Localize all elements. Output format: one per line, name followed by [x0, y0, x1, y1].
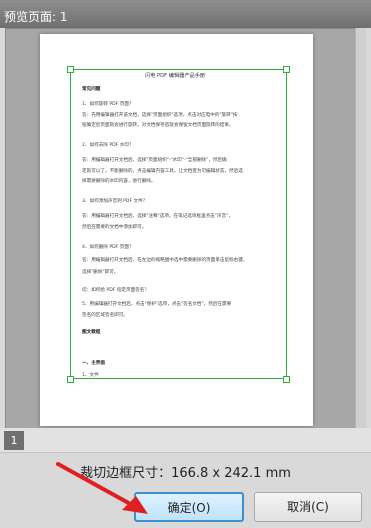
window-title: 预览页面: 1 [4, 10, 68, 24]
crop-border[interactable] [70, 69, 287, 379]
crop-handle-bottom-right[interactable] [283, 376, 290, 383]
crop-handle-top-left[interactable] [67, 66, 74, 73]
red-arrow-icon [56, 462, 148, 514]
vertical-scrollbar[interactable] [355, 28, 366, 428]
page-bar [0, 428, 371, 453]
crop-handle-bottom-left[interactable] [67, 376, 74, 383]
cancel-button[interactable]: 取消(C) [254, 492, 362, 522]
crop-handle-top-right[interactable] [283, 66, 290, 73]
page-number[interactable]: 1 [4, 431, 24, 450]
